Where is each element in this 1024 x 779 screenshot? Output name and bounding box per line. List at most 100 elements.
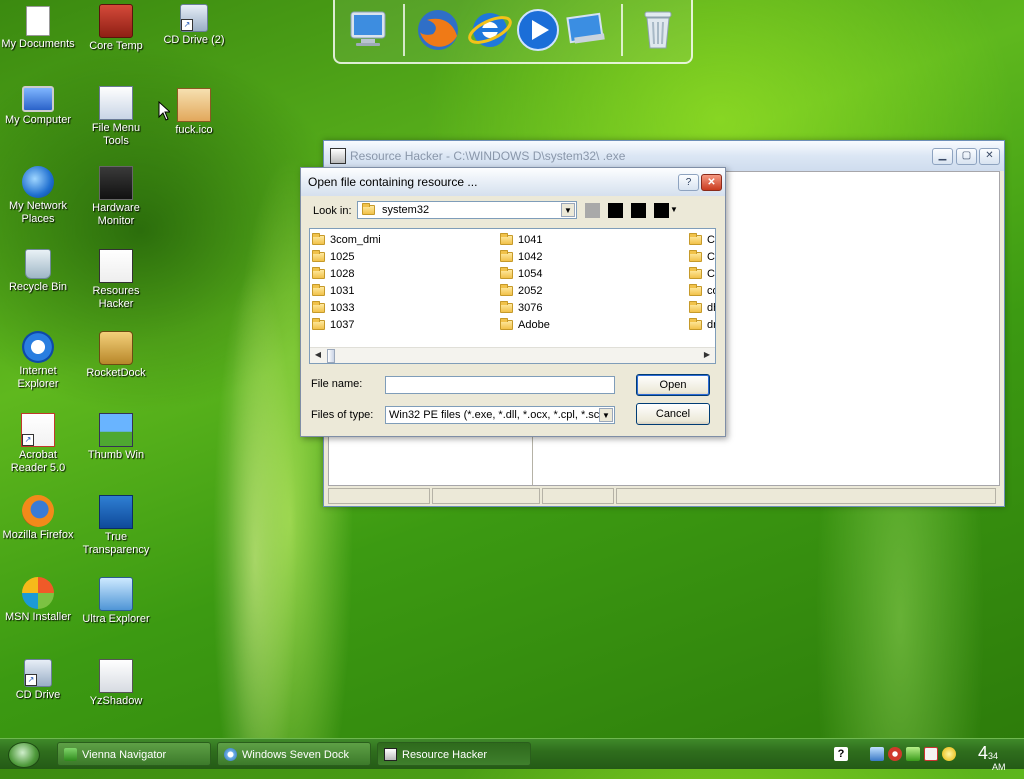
- desktop-icon-label: Resoures Hacker: [92, 285, 140, 310]
- dialog-titlebar[interactable]: Open file containing resource ... ? ✕: [301, 168, 725, 196]
- desktop-icon-label: Recycle Bin: [8, 281, 68, 293]
- list-item[interactable]: 1042: [500, 249, 550, 266]
- mouse-cursor-icon: [158, 101, 170, 121]
- msn-icon: [22, 577, 54, 609]
- close-button[interactable]: ✕: [979, 148, 1000, 165]
- help-icon[interactable]: ?: [834, 747, 848, 761]
- desktop-icon-acrobat-reader[interactable]: ↗ Acrobat Reader 5.0: [0, 413, 76, 475]
- network-tray-icon[interactable]: [870, 747, 884, 761]
- dock-item-monitor[interactable]: [345, 6, 391, 52]
- desktop-icon-cd-drive-2[interactable]: ↗ CD Drive (2): [156, 4, 232, 47]
- list-item[interactable]: dr: [689, 317, 715, 334]
- list-item-label: 1042: [518, 251, 543, 263]
- list-item[interactable]: 2052: [500, 283, 550, 300]
- dock-item-desktop[interactable]: [563, 6, 609, 52]
- desktop-icon-resoures-hacker[interactable]: Resoures Hacker: [78, 249, 154, 311]
- desktop-icon-thumb-win[interactable]: Thumb Win: [78, 413, 154, 462]
- help-button[interactable]: ?: [678, 174, 699, 191]
- list-item[interactable]: 1031: [312, 283, 381, 300]
- dock-item-recycle-bin[interactable]: [635, 6, 681, 52]
- desktop-icon-cd-drive[interactable]: ↗ CD Drive: [0, 659, 76, 702]
- desktop-icon-true-transparency[interactable]: True Transparency: [78, 495, 154, 557]
- list-item[interactable]: 1054: [500, 266, 550, 283]
- files-of-type-dropdown[interactable]: Win32 PE files (*.exe, *.dll, *.ocx, *.c…: [385, 406, 615, 424]
- scroll-right-icon[interactable]: ▶: [701, 349, 713, 361]
- desktop-icon-label: My Network Places: [8, 200, 68, 225]
- horizontal-scrollbar[interactable]: ◀ ▶: [310, 347, 715, 363]
- desktop-icon-ultra-explorer[interactable]: Ultra Explorer: [78, 577, 154, 626]
- start-button[interactable]: [8, 742, 40, 768]
- maximize-button[interactable]: ▢: [956, 148, 977, 165]
- desktop-icon-internet-explorer[interactable]: Internet Explorer: [0, 331, 76, 391]
- thumb-win-icon: [99, 413, 133, 447]
- open-button[interactable]: Open: [636, 374, 710, 396]
- list-item[interactable]: dh: [689, 300, 715, 317]
- resource-hacker-icon: [330, 148, 346, 164]
- file-name-input[interactable]: [385, 376, 615, 394]
- back-button[interactable]: [585, 203, 600, 218]
- security-tray-icon[interactable]: [888, 747, 902, 761]
- list-item-label: 1037: [330, 319, 355, 331]
- up-folder-button[interactable]: [608, 203, 623, 218]
- desktop-icon-my-computer[interactable]: My Computer: [0, 86, 76, 127]
- cancel-button[interactable]: Cancel: [636, 403, 710, 425]
- list-item-label: 3com_dmi: [330, 234, 381, 246]
- desktop-icon-label: MSN Installer: [4, 611, 72, 623]
- scrollbar-thumb[interactable]: [327, 349, 335, 363]
- desktop-icon-hardware-monitor[interactable]: Hardware Monitor: [78, 166, 154, 228]
- desktop-icon-file-menu-tools[interactable]: File Menu Tools: [78, 86, 154, 148]
- dock-item-media-player[interactable]: [515, 6, 561, 52]
- view-menu-button[interactable]: [654, 203, 669, 218]
- minimize-button[interactable]: ▁: [932, 148, 953, 165]
- list-item[interactable]: Adobe: [500, 317, 550, 334]
- desktop-icon-core-temp[interactable]: Core Temp: [78, 4, 154, 53]
- smiley-tray-icon[interactable]: [942, 747, 956, 761]
- folder-icon: [312, 267, 325, 280]
- desktop-icon-mozilla-firefox[interactable]: Mozilla Firefox: [0, 495, 76, 542]
- desktop-icon-yzshadow[interactable]: YzShadow: [78, 659, 154, 708]
- list-item[interactable]: Ca: [689, 249, 715, 266]
- list-item[interactable]: 1037: [312, 317, 381, 334]
- desktop-icon-rocketdock[interactable]: RocketDock: [78, 331, 154, 380]
- desktop-icon-label: My Computer: [4, 114, 72, 126]
- folder-icon: [500, 250, 513, 263]
- desktop-icon-recycle-bin[interactable]: Recycle Bin: [0, 249, 76, 294]
- desktop-icon-msn-installer[interactable]: MSN Installer: [0, 577, 76, 624]
- desktop-icon-my-network-places[interactable]: My Network Places: [0, 166, 76, 226]
- list-item[interactable]: 3com_dmi: [312, 232, 381, 249]
- list-item[interactable]: Co: [689, 266, 715, 283]
- folder-icon: [689, 318, 702, 331]
- desktop-icon-my-documents[interactable]: My Documents: [0, 6, 76, 51]
- list-item-label: 1025: [330, 251, 355, 263]
- acrobat-icon: ↗: [21, 413, 55, 447]
- checkmark-tray-icon[interactable]: [906, 747, 920, 761]
- new-folder-button[interactable]: [631, 203, 646, 218]
- dock-item-firefox[interactable]: [415, 6, 461, 52]
- grid-tray-icon[interactable]: [924, 747, 938, 761]
- desktop-icon: [566, 12, 605, 44]
- list-item[interactable]: 1028: [312, 266, 381, 283]
- folder-icon: [500, 267, 513, 280]
- scroll-left-icon[interactable]: ◀: [312, 349, 324, 361]
- list-item[interactable]: 1025: [312, 249, 381, 266]
- look-in-dropdown[interactable]: system32 ▼: [357, 201, 577, 219]
- list-item[interactable]: 3076: [500, 300, 550, 317]
- file-column: 3com_dmi 1025 1028 1031 1033 1037: [312, 232, 381, 334]
- folder-icon: [689, 250, 702, 263]
- dialog-close-button[interactable]: ✕: [701, 174, 722, 191]
- taskbar-button-vienna-navigator[interactable]: Vienna Navigator: [57, 742, 211, 766]
- desktop-icon-label: My Documents: [1, 38, 75, 50]
- taskbar-button-resource-hacker[interactable]: Resource Hacker: [377, 742, 531, 766]
- desktop-icon-label: CD Drive (2): [163, 34, 225, 46]
- dock-item-internet-explorer[interactable]: [467, 6, 513, 52]
- list-item[interactable]: 1033: [312, 300, 381, 317]
- list-item[interactable]: Ca: [689, 232, 715, 249]
- taskbar-button-windows-seven-dock[interactable]: Windows Seven Dock: [217, 742, 371, 766]
- file-name-label: File name:: [311, 378, 363, 390]
- chevron-down-icon[interactable]: ▼: [599, 408, 613, 422]
- chevron-down-icon[interactable]: ▼: [561, 203, 575, 217]
- view-menu-chevron-icon[interactable]: ▼: [670, 205, 678, 214]
- clock[interactable]: 434 AM: [978, 741, 1006, 772]
- list-item[interactable]: co: [689, 283, 715, 300]
- list-item[interactable]: 1041: [500, 232, 550, 249]
